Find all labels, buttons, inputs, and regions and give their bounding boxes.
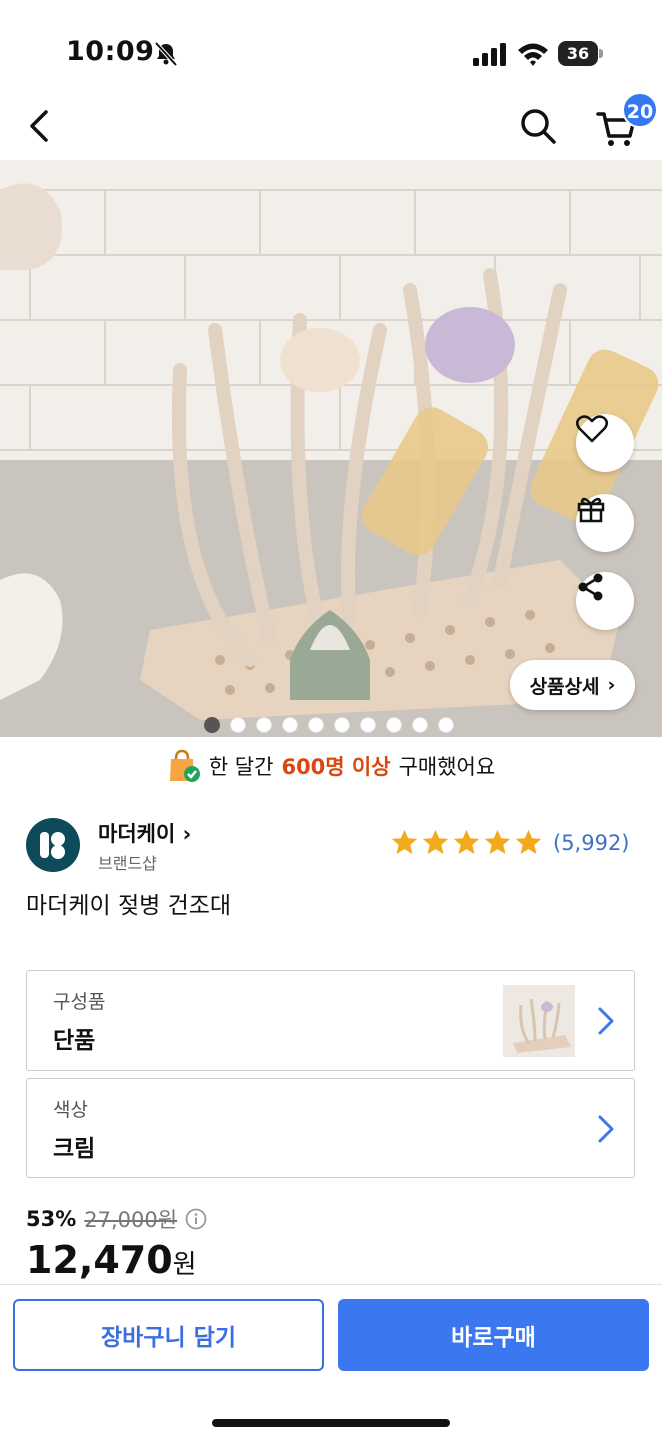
brand-shop-link[interactable]: 마더케이 › [98,818,191,848]
chevron-right-icon [598,1007,614,1035]
review-count[interactable]: (5,992) [553,831,630,855]
carousel-dot[interactable] [438,717,454,733]
wifi-icon [518,43,548,66]
chevron-right-icon: › [182,822,192,846]
bell-slash-icon [154,41,178,67]
carousel-dot[interactable] [282,717,298,733]
option-label: 색상 [53,1099,88,1121]
nav-bar [0,96,662,160]
purchase-count-banner: 한 달간 600명 이상 구매했어요 [0,742,662,790]
star-icon [422,829,449,854]
cart-count-badge: 20 [622,92,658,128]
banner-prefix: 한 달간 [208,755,274,779]
search-icon[interactable] [516,104,560,148]
buy-now-button[interactable]: 바로구매 [338,1299,649,1371]
carousel-dot[interactable] [256,717,272,733]
product-detail-label: 상품상세 [529,675,600,698]
star-icon [391,829,418,854]
gift-icon [577,497,605,523]
sale-price: 12,470원 [26,1238,197,1282]
status-bar: 10:09 36 [0,0,662,96]
original-price: 27,000원 [84,1208,178,1232]
share-button[interactable] [576,572,634,630]
star-icon [515,829,542,854]
gift-button[interactable] [576,494,634,552]
home-indicator[interactable] [212,1419,450,1427]
share-icon [578,573,603,601]
discount-rate: 53% [26,1207,77,1231]
banner-highlight: 600명 이상 [281,755,391,779]
option-value: 단품 [53,1028,96,1054]
carousel-indicator[interactable] [204,717,454,733]
carousel-dot[interactable] [386,717,402,733]
info-icon[interactable] [185,1208,207,1230]
chevron-right-icon: › [607,674,616,696]
status-time: 10:09 [66,36,155,67]
product-title: 마더케이 젖병 건조대 [26,893,232,919]
option-label: 구성품 [53,991,106,1013]
option-thumbnail [503,985,575,1057]
rating[interactable]: (5,992) [390,828,630,857]
product-image [0,160,662,737]
signal-icon [473,43,506,66]
banner-suffix: 구매했어요 [398,755,496,779]
add-to-cart-button[interactable]: 장바구니 담기 [13,1299,324,1371]
heart-icon [576,415,608,443]
star-rating [390,828,543,857]
battery-level: 36 [558,41,598,66]
brand-subtitle: 브랜드샵 [98,854,157,873]
carousel-dot[interactable] [412,717,428,733]
chevron-right-icon [598,1115,614,1143]
wishlist-button[interactable] [576,414,634,472]
back-icon[interactable] [22,104,58,148]
option-color[interactable]: 색상 크림 [26,1078,635,1178]
carousel-dot[interactable] [230,717,246,733]
carousel-dot[interactable] [204,717,220,733]
option-composition[interactable]: 구성품 단품 [26,970,635,1071]
product-image-carousel[interactable] [0,160,662,737]
sale-price-amount: 12,470 [26,1238,173,1282]
sale-price-unit: 원 [172,1250,197,1280]
carousel-dot[interactable] [360,717,376,733]
bottom-action-bar: 장바구니 담기 바로구매 [0,1284,662,1440]
brand-name: 마더케이 [98,822,176,846]
product-detail-button[interactable]: 상품상세 › [510,660,635,710]
option-value: 크림 [53,1136,96,1162]
brand-logo-mark [40,832,65,859]
carousel-dot[interactable] [334,717,350,733]
shopping-bag-icon [169,749,200,782]
carousel-dot[interactable] [308,717,324,733]
battery-indicator: 36 [558,41,604,66]
brand-logo[interactable] [26,818,80,872]
price-discount-row: 53% 27,000원 [26,1204,207,1234]
star-icon [453,829,480,854]
star-icon [484,829,511,854]
